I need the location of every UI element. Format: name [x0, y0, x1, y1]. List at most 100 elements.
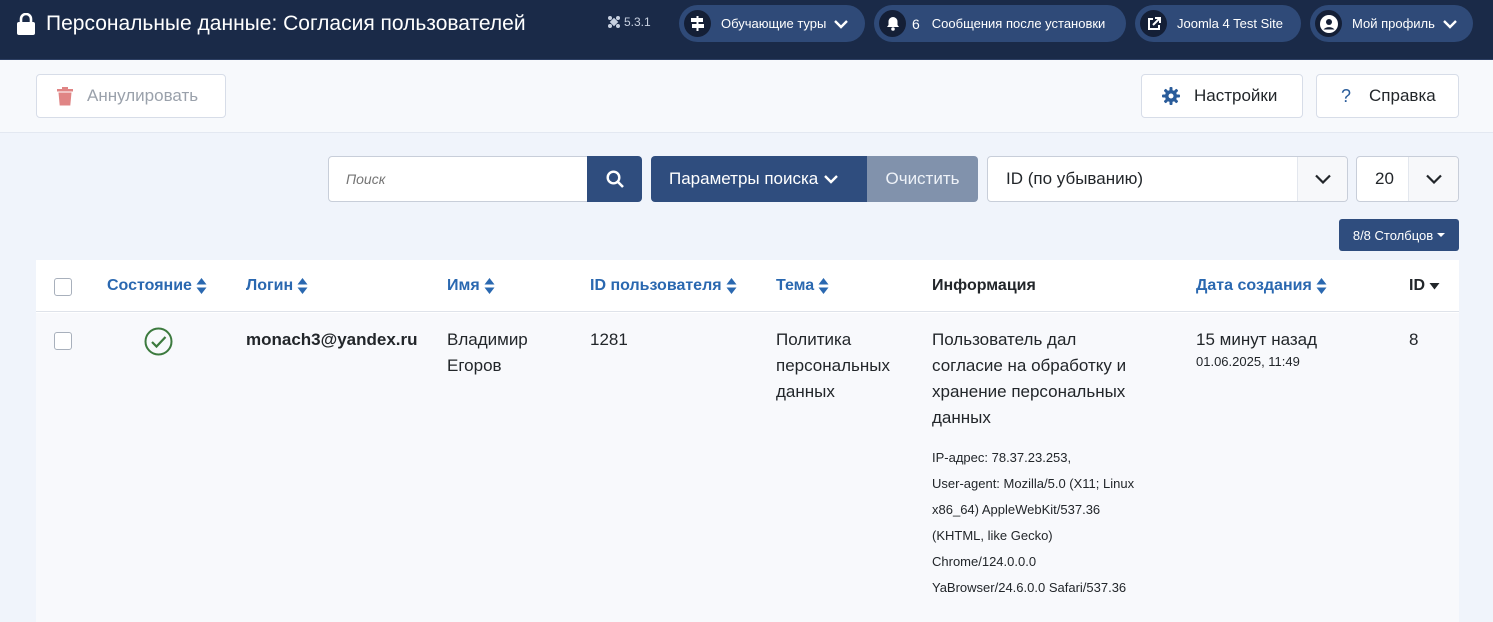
search-options-button[interactable]: Параметры поиска	[651, 156, 867, 202]
sort-icon	[818, 278, 829, 294]
subject-line: данных	[776, 382, 835, 401]
page-title-text: Персональные данные: Согласия пользовате…	[46, 12, 526, 35]
column-id-label: ID	[1409, 277, 1425, 294]
column-subject[interactable]: Тема	[776, 276, 829, 296]
ip-address: IP-адрес: 78.37.23.253,	[932, 450, 1072, 465]
sort-value: ID (по убыванию)	[1006, 169, 1144, 188]
sort-desc-icon	[1429, 283, 1440, 290]
column-user-id-label: ID пользователя	[590, 277, 722, 294]
revoke-button[interactable]: Аннулировать	[36, 74, 226, 118]
column-login[interactable]: Логин	[246, 276, 308, 296]
external-link-icon	[1140, 10, 1167, 37]
created-value: 15 минут назад 01.06.2025, 11:49	[1196, 327, 1317, 371]
name-value: Владимир Егоров	[447, 327, 528, 379]
version-text: 5.3.1	[624, 15, 651, 29]
info-line: Пользователь дал	[932, 330, 1077, 349]
sort-icon	[1316, 278, 1327, 294]
site-link-button[interactable]: Joomla 4 Test Site	[1135, 5, 1301, 42]
guided-tours-button[interactable]: Обучающие туры	[679, 5, 865, 42]
info-line: хранение персональных	[932, 382, 1126, 401]
trash-icon	[57, 86, 73, 105]
chevron-down-icon	[1408, 157, 1458, 201]
site-label: Joomla 4 Test Site	[1177, 16, 1283, 31]
messages-count: 6	[912, 15, 920, 32]
settings-label: Настройки	[1194, 86, 1278, 105]
limit-select[interactable]: 20	[1356, 156, 1459, 202]
search-input[interactable]	[328, 156, 588, 202]
clear-button[interactable]: Очистить	[867, 156, 978, 202]
signpost-icon	[684, 10, 711, 37]
profile-label: Мой профиль	[1352, 16, 1435, 31]
bell-icon	[879, 10, 906, 37]
column-name-label: Имя	[447, 277, 480, 294]
created-relative: 15 минут назад	[1196, 330, 1318, 349]
chevron-down-icon	[1443, 19, 1457, 29]
consents-table: Состояние Логин Имя ID пользователя Тема…	[36, 260, 1459, 622]
sort-icon	[726, 278, 737, 294]
lock-icon	[17, 13, 35, 35]
page-title: Персональные данные: Согласия пользовате…	[16, 12, 526, 36]
info-value: Пользователь дал согласие на обработку и…	[932, 327, 1182, 601]
user-agent-line: (KHTML, like Gecko)	[932, 528, 1053, 543]
column-info-label: Информация	[932, 277, 1036, 294]
limit-value: 20	[1375, 169, 1394, 188]
sort-icon	[196, 278, 207, 294]
column-created-label: Дата создания	[1196, 277, 1312, 294]
subject-value: Политика персональных данных	[776, 327, 890, 405]
user-agent-line: User-agent: Mozilla/5.0 (X11; Linux	[932, 476, 1135, 491]
column-state-label: Состояние	[107, 277, 192, 294]
help-label: Справка	[1369, 86, 1436, 105]
user-agent-line: YaBrowser/24.6.0.0 Safari/537.36	[932, 580, 1127, 595]
subject-line: Политика	[776, 330, 852, 349]
row-checkbox[interactable]	[54, 332, 72, 350]
user-icon	[1315, 10, 1342, 37]
user-profile-button[interactable]: Мой профиль	[1310, 5, 1473, 42]
search-button[interactable]	[587, 156, 642, 202]
header: Персональные данные: Согласия пользовате…	[0, 0, 1493, 60]
column-created[interactable]: Дата создания	[1196, 276, 1327, 296]
search-icon	[605, 170, 624, 188]
id-value: 8	[1409, 330, 1419, 349]
info-line: данных	[932, 408, 991, 427]
toolbar: Аннулировать Настройки ? Справка	[0, 60, 1493, 133]
revoke-label: Аннулировать	[87, 86, 199, 105]
help-button[interactable]: ? Справка	[1316, 74, 1459, 118]
sort-icon	[484, 278, 495, 294]
sort-select[interactable]: ID (по убыванию)	[987, 156, 1348, 202]
name-line: Егоров	[447, 356, 502, 375]
sort-icon	[297, 278, 308, 294]
search-options-label: Параметры поиска	[669, 169, 819, 188]
column-subject-label: Тема	[776, 277, 815, 294]
subject-line: персональных	[776, 356, 890, 375]
created-date: 01.06.2025, 11:49	[1196, 354, 1300, 369]
column-state[interactable]: Состояние	[107, 276, 207, 296]
user-agent-line: x86_64) AppleWebKit/537.36	[932, 502, 1101, 517]
caret-down-icon	[1437, 233, 1446, 237]
chevron-down-icon	[1297, 157, 1347, 201]
chevron-down-icon	[824, 175, 839, 184]
column-info: Информация	[932, 276, 1036, 296]
settings-button[interactable]: Настройки	[1141, 74, 1303, 118]
columns-toggle-button[interactable]: 8/8 Столбцов	[1339, 219, 1459, 251]
check-circle-icon[interactable]	[144, 327, 173, 356]
select-all-checkbox[interactable]	[54, 278, 72, 296]
post-install-messages-button[interactable]: 6 Сообщения после установки	[874, 5, 1126, 42]
column-name[interactable]: Имя	[447, 276, 495, 296]
column-user-id[interactable]: ID пользователя	[590, 276, 737, 296]
version-info: 5.3.1	[608, 15, 651, 29]
user-id-value: 1281	[590, 330, 628, 349]
info-line: согласие на обработку и	[932, 356, 1127, 375]
login-value: monach3@yandex.ru	[246, 330, 418, 349]
table-header: Состояние Логин Имя ID пользователя Тема…	[36, 260, 1459, 312]
question-icon: ?	[1341, 85, 1352, 106]
messages-label: Сообщения после установки	[931, 16, 1106, 31]
joomla-icon	[608, 16, 620, 28]
guided-tours-label: Обучающие туры	[721, 16, 827, 31]
column-login-label: Логин	[246, 277, 294, 294]
chevron-down-icon	[834, 19, 849, 29]
column-id[interactable]: ID	[1409, 276, 1440, 296]
gear-icon	[1162, 87, 1180, 105]
table-row: monach3@yandex.ru Владимир Егоров 1281 П…	[36, 313, 1459, 622]
name-line: Владимир	[447, 330, 528, 349]
clear-label: Очистить	[885, 169, 960, 188]
